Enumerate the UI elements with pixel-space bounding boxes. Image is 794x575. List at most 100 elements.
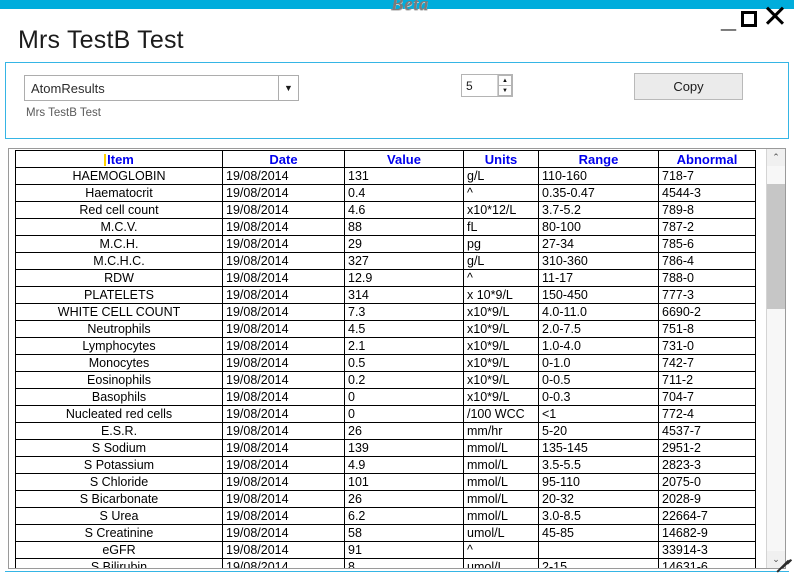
cell-abnormal[interactable]: 751-8 bbox=[658, 320, 756, 338]
close-icon[interactable]: ✕ bbox=[762, 2, 788, 33]
cell-date[interactable]: 19/08/2014 bbox=[222, 337, 345, 355]
table-row[interactable]: HAEMOGLOBIN 19/08/2014 131 g/L 110-160 718-7 bbox=[15, 167, 756, 185]
cell-item[interactable]: S Potassium bbox=[15, 456, 223, 474]
cell-units[interactable]: x10*9/L bbox=[463, 337, 539, 355]
cell-range[interactable]: 0-1.0 bbox=[538, 354, 659, 372]
cell-value[interactable]: 58 bbox=[344, 524, 464, 542]
cell-units[interactable]: ^ bbox=[463, 184, 539, 202]
cell-item[interactable]: S Creatinine bbox=[15, 524, 223, 542]
copy-button[interactable]: Copy bbox=[634, 73, 743, 100]
cell-units[interactable]: /100 WCC bbox=[463, 405, 539, 423]
table-row[interactable]: S Urea 19/08/2014 6.2 mmol/L 3.0-8.5 22664-7 bbox=[15, 507, 756, 525]
cell-abnormal[interactable]: 14682-9 bbox=[658, 524, 756, 542]
cell-range[interactable]: 5-20 bbox=[538, 422, 659, 440]
cell-abnormal[interactable]: 6690-2 bbox=[658, 303, 756, 321]
cell-value[interactable]: 4.6 bbox=[344, 201, 464, 219]
cell-date[interactable]: 19/08/2014 bbox=[222, 456, 345, 474]
cell-abnormal[interactable]: 33914-3 bbox=[658, 541, 756, 559]
cell-units[interactable]: x10*9/L bbox=[463, 388, 539, 406]
cell-item[interactable]: Haematocrit bbox=[15, 184, 223, 202]
cell-units[interactable]: g/L bbox=[463, 167, 539, 185]
cell-item[interactable]: Eosinophils bbox=[15, 371, 223, 389]
cell-value[interactable]: 0 bbox=[344, 405, 464, 423]
cell-value[interactable]: 29 bbox=[344, 235, 464, 253]
cell-date[interactable]: 19/08/2014 bbox=[222, 541, 345, 559]
cell-item[interactable]: M.C.H.C. bbox=[15, 252, 223, 270]
table-row[interactable]: Lymphocytes 19/08/2014 2.1 x10*9/L 1.0-4.0 73… bbox=[15, 337, 756, 355]
cell-value[interactable]: 7.3 bbox=[344, 303, 464, 321]
cell-range[interactable]: 4.0-11.0 bbox=[538, 303, 659, 321]
cell-units[interactable]: fL bbox=[463, 218, 539, 236]
table-row[interactable]: S Creatinine 19/08/2014 58 umol/L 45-85 14682… bbox=[15, 524, 756, 542]
column-header-range[interactable]: Range bbox=[538, 150, 659, 168]
cell-item[interactable]: M.C.V. bbox=[15, 218, 223, 236]
cell-value[interactable]: 12.9 bbox=[344, 269, 464, 287]
cell-abnormal[interactable]: 785-6 bbox=[658, 235, 756, 253]
table-row[interactable]: M.C.V. 19/08/2014 88 fL 80-100 787-2 bbox=[15, 218, 756, 236]
cell-units[interactable]: mmol/L bbox=[463, 473, 539, 491]
cell-abnormal[interactable]: 704-7 bbox=[658, 388, 756, 406]
cell-abnormal[interactable]: 14631-6 bbox=[658, 558, 756, 568]
cell-range[interactable]: 3.7-5.2 bbox=[538, 201, 659, 219]
column-header-date[interactable]: Date bbox=[222, 150, 345, 168]
cell-abnormal[interactable]: 2951-2 bbox=[658, 439, 756, 457]
table-row[interactable]: Monocytes 19/08/2014 0.5 x10*9/L 0-1.0 742-7 bbox=[15, 354, 756, 372]
cell-range[interactable]: 11-17 bbox=[538, 269, 659, 287]
cell-date[interactable]: 19/08/2014 bbox=[222, 558, 345, 568]
cell-units[interactable]: x10*9/L bbox=[463, 354, 539, 372]
cell-units[interactable]: x10*9/L bbox=[463, 303, 539, 321]
cell-abnormal[interactable]: 4544-3 bbox=[658, 184, 756, 202]
table-row[interactable]: S Bicarbonate 19/08/2014 26 mmol/L 20-32 2028… bbox=[15, 490, 756, 508]
cell-abnormal[interactable]: 2028-9 bbox=[658, 490, 756, 508]
scrollbar-thumb[interactable] bbox=[767, 184, 785, 309]
cell-item[interactable]: S Chloride bbox=[15, 473, 223, 491]
cell-value[interactable]: 0.4 bbox=[344, 184, 464, 202]
cell-range[interactable]: 2-15 bbox=[538, 558, 659, 568]
table-row[interactable]: Red cell count 19/08/2014 4.6 x10*12/L 3.7-5… bbox=[15, 201, 756, 219]
cell-abnormal[interactable]: 772-4 bbox=[658, 405, 756, 423]
cell-range[interactable]: 1.0-4.0 bbox=[538, 337, 659, 355]
table-row[interactable]: Nucleated red cells 19/08/2014 0/100 WCC <1… bbox=[15, 405, 756, 423]
cell-item[interactable]: E.S.R. bbox=[15, 422, 223, 440]
cell-item[interactable]: PLATELETS bbox=[15, 286, 223, 304]
stepper-up-icon[interactable]: ▲ bbox=[498, 75, 512, 86]
cell-units[interactable]: pg bbox=[463, 235, 539, 253]
cell-date[interactable]: 19/08/2014 bbox=[222, 422, 345, 440]
table-row[interactable]: S Potassium 19/08/2014 4.9 mmol/L 3.5-5.5 282… bbox=[15, 456, 756, 474]
cell-item[interactable]: Monocytes bbox=[15, 354, 223, 372]
table-row[interactable]: S Bilirubin 19/08/2014 8 umol/L 2-15 14631-6 bbox=[15, 558, 756, 568]
cell-units[interactable]: mmol/L bbox=[463, 507, 539, 525]
cell-range[interactable]: 0-0.5 bbox=[538, 371, 659, 389]
cell-item[interactable]: M.C.H. bbox=[15, 235, 223, 253]
cell-date[interactable]: 19/08/2014 bbox=[222, 354, 345, 372]
table-row[interactable]: S Sodium 19/08/2014 139 mmol/L 135-145 2951-2 bbox=[15, 439, 756, 457]
maximize-icon[interactable] bbox=[741, 11, 758, 27]
cell-range[interactable]: <1 bbox=[538, 405, 659, 423]
cell-value[interactable]: 0.5 bbox=[344, 354, 464, 372]
cell-units[interactable]: x 10*9/L bbox=[463, 286, 539, 304]
table-row[interactable]: Neutrophils 19/08/2014 4.5 x10*9/L 2.0-7.5 75… bbox=[15, 320, 756, 338]
cell-value[interactable]: 8 bbox=[344, 558, 464, 568]
table-row[interactable]: PLATELETS 19/08/2014 314 x 10*9/L 150-450 777… bbox=[15, 286, 756, 304]
cell-units[interactable]: umol/L bbox=[463, 524, 539, 542]
cell-value[interactable]: 88 bbox=[344, 218, 464, 236]
cell-units[interactable]: mmol/L bbox=[463, 490, 539, 508]
cell-date[interactable]: 19/08/2014 bbox=[222, 320, 345, 338]
cell-units[interactable]: x10*9/L bbox=[463, 371, 539, 389]
cell-units[interactable]: ^ bbox=[463, 269, 539, 287]
resize-grip-icon[interactable] bbox=[776, 557, 793, 574]
cell-abnormal[interactable]: 718-7 bbox=[658, 167, 756, 185]
chevron-down-icon[interactable]: ▼ bbox=[278, 76, 298, 100]
column-header-item[interactable]: Item bbox=[15, 150, 223, 168]
cell-units[interactable]: x10*12/L bbox=[463, 201, 539, 219]
cell-range[interactable]: 27-34 bbox=[538, 235, 659, 253]
cell-abnormal[interactable]: 22664-7 bbox=[658, 507, 756, 525]
cell-value[interactable]: 131 bbox=[344, 167, 464, 185]
cell-item[interactable]: Red cell count bbox=[15, 201, 223, 219]
cell-item[interactable]: RDW bbox=[15, 269, 223, 287]
source-select[interactable]: AtomResults ▼ bbox=[24, 75, 299, 101]
column-header-units[interactable]: Units bbox=[463, 150, 539, 168]
cell-abnormal[interactable]: 731-0 bbox=[658, 337, 756, 355]
cell-date[interactable]: 19/08/2014 bbox=[222, 473, 345, 491]
cell-date[interactable]: 19/08/2014 bbox=[222, 269, 345, 287]
